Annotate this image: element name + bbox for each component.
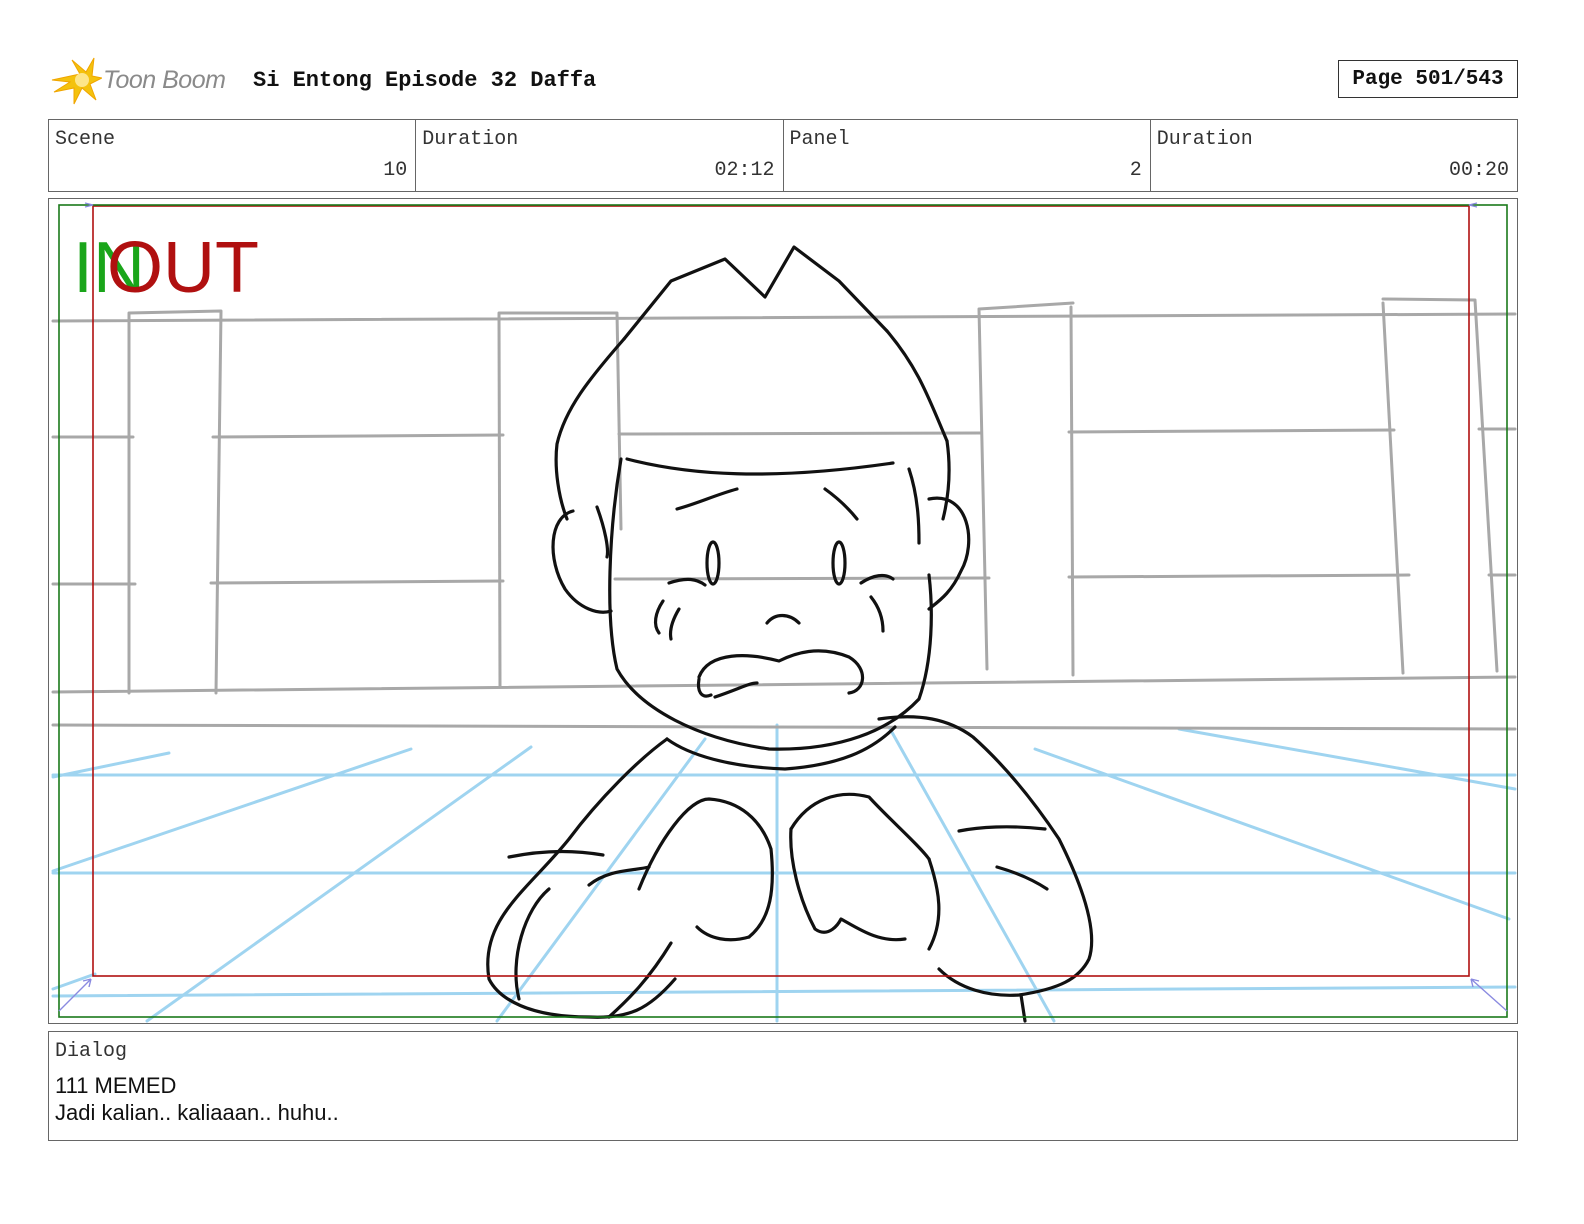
panel-duration-label: Duration (1156, 128, 1253, 151)
out-frame (92, 205, 1470, 977)
scene-duration-cell: Duration 02:12 (416, 120, 784, 191)
document-title: Si Entong Episode 32 Daffa (253, 68, 597, 93)
storyboard-panel: IN OUT (48, 198, 1518, 1024)
scene-cell: Scene 10 (49, 120, 417, 191)
panel-label: Panel (789, 128, 850, 151)
page-indicator: Page 501/543 (1338, 60, 1518, 98)
dialog-line: 111 MEMED (55, 1073, 177, 1098)
character-sketch (486, 245, 1094, 1023)
panel-value: 2 (1129, 159, 1142, 182)
out-label: OUT (107, 228, 259, 308)
header: Toon Boom Si Entong Episode 32 Daffa Pag… (48, 52, 1538, 110)
panel-duration-cell: Duration 00:20 (1151, 120, 1517, 191)
panel-cell: Panel 2 (784, 120, 1151, 191)
scene-duration-value: 02:12 (714, 159, 775, 182)
scene-duration-label: Duration (422, 128, 519, 151)
panel-duration-value: 00:20 (1448, 159, 1509, 182)
dialog-box: Dialog 111 MEMED Jadi kalian.. kaliaaan.… (48, 1031, 1518, 1141)
info-row: Scene 10 Duration 02:12 Panel 2 Duration… (48, 119, 1518, 192)
panel-drawing: IN OUT (51, 202, 1517, 1023)
scene-value: 10 (383, 159, 408, 182)
frame-arrows (58, 202, 1508, 1012)
dialog-label: Dialog (55, 1040, 128, 1063)
brand-name: Toon Boom (103, 66, 226, 94)
dialog-line: Jadi kalian.. kaliaaan.. huhu.. (55, 1100, 339, 1125)
scene-label: Scene (55, 128, 116, 151)
toon-boom-star-icon (51, 57, 102, 105)
background-sketch (51, 297, 1517, 731)
in-frame (58, 204, 1508, 1018)
